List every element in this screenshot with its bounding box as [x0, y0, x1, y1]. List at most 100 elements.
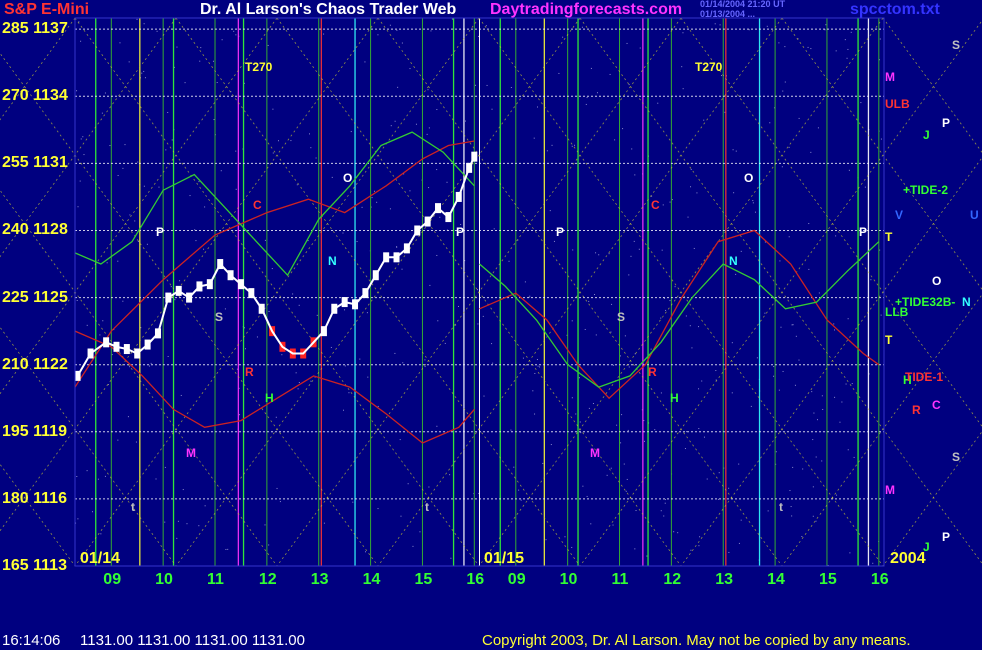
bg-dot — [477, 323, 479, 325]
bg-dot — [475, 84, 477, 86]
bg-dot — [654, 429, 656, 431]
bg-dot — [782, 90, 784, 92]
bg-dot — [550, 444, 552, 446]
bg-dot — [104, 475, 106, 477]
bg-dot — [626, 478, 628, 480]
bg-dot — [198, 181, 200, 183]
bg-dot — [660, 510, 662, 512]
bg-dot — [740, 519, 742, 521]
bg-dot — [276, 487, 278, 489]
bg-dot — [155, 478, 157, 480]
bg-dot — [532, 390, 534, 392]
bg-dot — [396, 29, 398, 31]
bg-dot — [361, 206, 363, 208]
bg-dot — [482, 315, 484, 317]
bg-dot — [177, 520, 179, 522]
bg-dot — [102, 320, 104, 322]
header-filename: spcctom.txt — [850, 1, 940, 18]
bg-dot — [780, 326, 782, 328]
bg-dot — [818, 292, 820, 294]
x-tick-label: 12 — [258, 571, 277, 588]
x-tick-label: 16 — [466, 571, 485, 588]
bg-dot — [158, 186, 160, 188]
bg-dot — [146, 243, 148, 245]
bg-dot — [80, 138, 82, 140]
chart-annotation: H — [265, 391, 274, 405]
bg-dot — [682, 32, 684, 34]
bg-dot — [298, 382, 300, 384]
y-tick-label: 195 1119 — [2, 422, 67, 440]
bg-dot — [620, 442, 622, 444]
bg-dot — [579, 421, 581, 423]
bg-dot — [137, 161, 139, 163]
bg-dot — [880, 138, 882, 140]
bg-dot — [696, 192, 698, 194]
bg-dot — [778, 42, 780, 44]
bg-dot — [204, 206, 206, 208]
bg-dot — [449, 474, 451, 476]
bg-dot — [204, 505, 206, 507]
bg-dot — [216, 82, 218, 84]
bg-dot — [584, 328, 586, 330]
bg-dot — [224, 308, 226, 310]
bg-dot — [634, 548, 636, 550]
side-legend-label: T — [885, 230, 893, 244]
bg-dot — [791, 515, 793, 517]
bg-dot — [553, 240, 555, 242]
bg-dot — [821, 395, 823, 397]
bg-dot — [167, 111, 169, 113]
bg-dot — [156, 30, 158, 32]
chart-annotation: t — [425, 500, 429, 514]
bg-dot — [847, 48, 849, 50]
bg-dot — [180, 394, 182, 396]
x-tick-label: 16 — [870, 571, 889, 588]
bg-dot — [277, 140, 279, 142]
bg-dot — [221, 39, 223, 41]
bg-dot — [728, 551, 730, 553]
bg-dot — [143, 185, 145, 187]
header-site-link[interactable]: Daytradingforecasts.com — [490, 0, 682, 20]
bg-dot — [235, 188, 237, 190]
bg-dot — [101, 112, 103, 114]
bg-dot — [76, 90, 78, 92]
bg-dot — [860, 102, 862, 104]
bg-dot — [581, 26, 583, 28]
x-tick-label: 10 — [559, 571, 578, 588]
bg-dot — [491, 108, 493, 110]
footer-ohlc: 1131.00 1131.00 1131.00 1131.00 — [80, 632, 305, 649]
bg-dot — [436, 254, 438, 256]
bg-dot — [590, 523, 592, 525]
bg-dot — [754, 211, 756, 213]
bg-dot — [310, 380, 312, 382]
bg-dot — [86, 470, 88, 472]
bg-dot — [348, 392, 350, 394]
bg-dot — [643, 440, 645, 442]
bg-dot — [663, 515, 665, 517]
bg-dot — [323, 33, 325, 35]
bg-dot — [789, 490, 791, 492]
bg-dot — [402, 362, 404, 364]
bg-dot — [788, 146, 790, 148]
bg-dot — [703, 436, 705, 438]
bg-dot — [401, 268, 403, 270]
bg-dot — [350, 131, 352, 133]
chart-annotation: O — [343, 171, 353, 185]
bg-dot — [364, 61, 366, 63]
bg-dot — [529, 295, 531, 297]
bg-dot — [446, 181, 448, 183]
bg-dot — [851, 383, 853, 385]
bg-dot — [665, 309, 667, 311]
side-legend-label: S — [952, 38, 961, 52]
bg-dot — [698, 388, 700, 390]
bg-dot — [612, 524, 614, 526]
bg-dot — [794, 384, 796, 386]
bg-dot — [220, 170, 222, 172]
bg-dot — [486, 84, 488, 86]
bg-dot — [661, 249, 663, 251]
bg-dot — [614, 139, 616, 141]
bg-dot — [595, 252, 597, 254]
bg-dot — [841, 401, 843, 403]
bg-dot — [128, 61, 130, 63]
bg-dot — [122, 300, 124, 302]
bg-dot — [630, 255, 632, 257]
